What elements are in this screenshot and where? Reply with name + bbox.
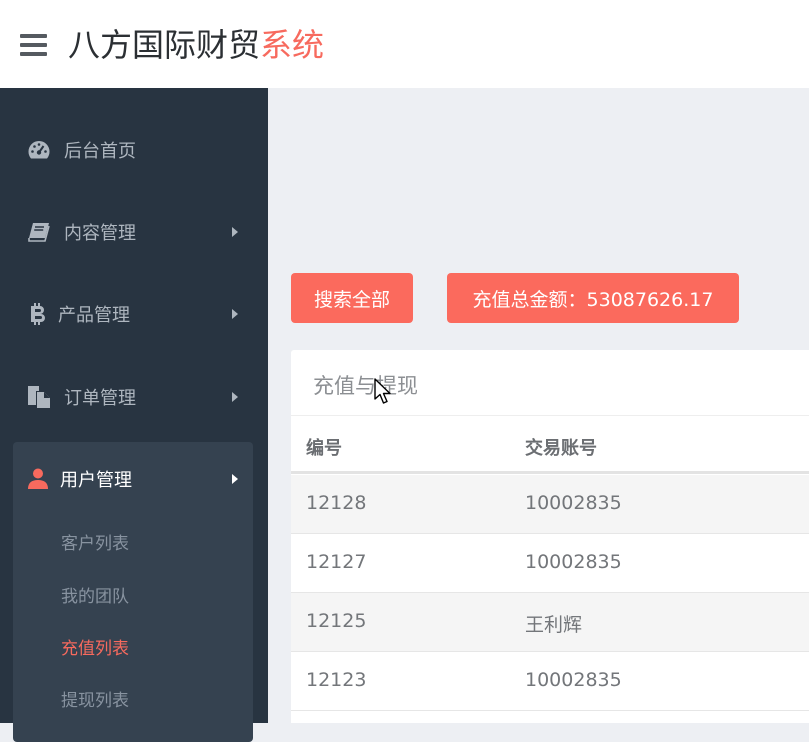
- sidebar-item-label: 后台首页: [64, 141, 136, 162]
- sidebar-item-label: 产品管理: [58, 305, 130, 326]
- cell-id: 12127: [306, 551, 367, 573]
- column-header-account[interactable]: 交易账号: [525, 434, 597, 460]
- panel-title: 充值与提现: [313, 374, 418, 398]
- top-header: 八方国际财贸系统: [0, 0, 809, 88]
- sidebar-item-content[interactable]: 内容管理: [0, 202, 268, 262]
- hamburger-line: [20, 34, 47, 38]
- sidebar-item-label: 用户管理: [60, 470, 132, 491]
- hamburger-line: [20, 52, 47, 56]
- chevron-right-icon: [232, 227, 238, 237]
- sidebar-item-products[interactable]: 产品管理: [0, 284, 268, 344]
- table-row[interactable]: 12128 10002835: [291, 475, 809, 534]
- sidebar: 后台首页 内容管理 产品管理 订单管理 用户管理 客户列表 我的团队 充值列表 …: [0, 88, 268, 742]
- sidebar-subitem-my-team[interactable]: 我的团队: [61, 582, 129, 607]
- search-all-button[interactable]: 搜索全部: [291, 273, 413, 323]
- cell-account: 10002835: [525, 551, 622, 573]
- chevron-right-icon: [232, 309, 238, 319]
- file-copy-icon: [27, 385, 51, 409]
- sidebar-item-orders[interactable]: 订单管理: [0, 367, 268, 427]
- column-header-id[interactable]: 编号: [306, 434, 342, 460]
- table-row[interactable]: 12123 10002835: [291, 652, 809, 711]
- table-header: 编号 交易账号: [291, 416, 809, 474]
- table-row[interactable]: 12125 王利辉: [291, 593, 809, 652]
- recharge-withdraw-panel: 充值与提现 编号 交易账号 12128 10002835 12127 10002…: [291, 350, 809, 723]
- cell-id: 12128: [306, 492, 367, 514]
- cell-id: 12123: [306, 669, 367, 691]
- sidebar-item-label: 内容管理: [64, 223, 136, 244]
- table-row[interactable]: 12127 10002835: [291, 534, 809, 593]
- sidebar-item-dashboard[interactable]: 后台首页: [0, 120, 268, 180]
- sidebar-subitem-customers[interactable]: 客户列表: [61, 529, 129, 554]
- cell-account: 王利辉: [525, 614, 583, 636]
- total-recharge-button[interactable]: 充值总金额：53087626.17: [447, 273, 739, 323]
- sidebar-subitem-withdraw-list[interactable]: 提现列表: [61, 686, 129, 711]
- user-icon: [26, 467, 50, 491]
- sidebar-item-users[interactable]: 用户管理: [0, 449, 268, 509]
- brand-title[interactable]: 八方国际财贸系统: [68, 24, 324, 66]
- dashboard-icon: [27, 138, 51, 162]
- sidebar-subitem-recharge-list[interactable]: 充值列表: [61, 634, 129, 659]
- bitcoin-icon: [26, 302, 50, 326]
- sidebar-item-label: 订单管理: [64, 388, 136, 409]
- brand-title-main: 八方国际财贸: [68, 26, 261, 64]
- hamburger-menu-icon[interactable]: [20, 34, 47, 56]
- brand-title-accent: 系统: [260, 26, 325, 64]
- hamburger-line: [20, 43, 47, 47]
- chevron-right-icon: [232, 474, 238, 484]
- cell-account: 10002835: [525, 492, 622, 514]
- chevron-right-icon: [232, 392, 238, 402]
- cell-id: 12125: [306, 610, 367, 632]
- cell-account: 10002835: [525, 669, 622, 691]
- book-icon: [27, 220, 51, 244]
